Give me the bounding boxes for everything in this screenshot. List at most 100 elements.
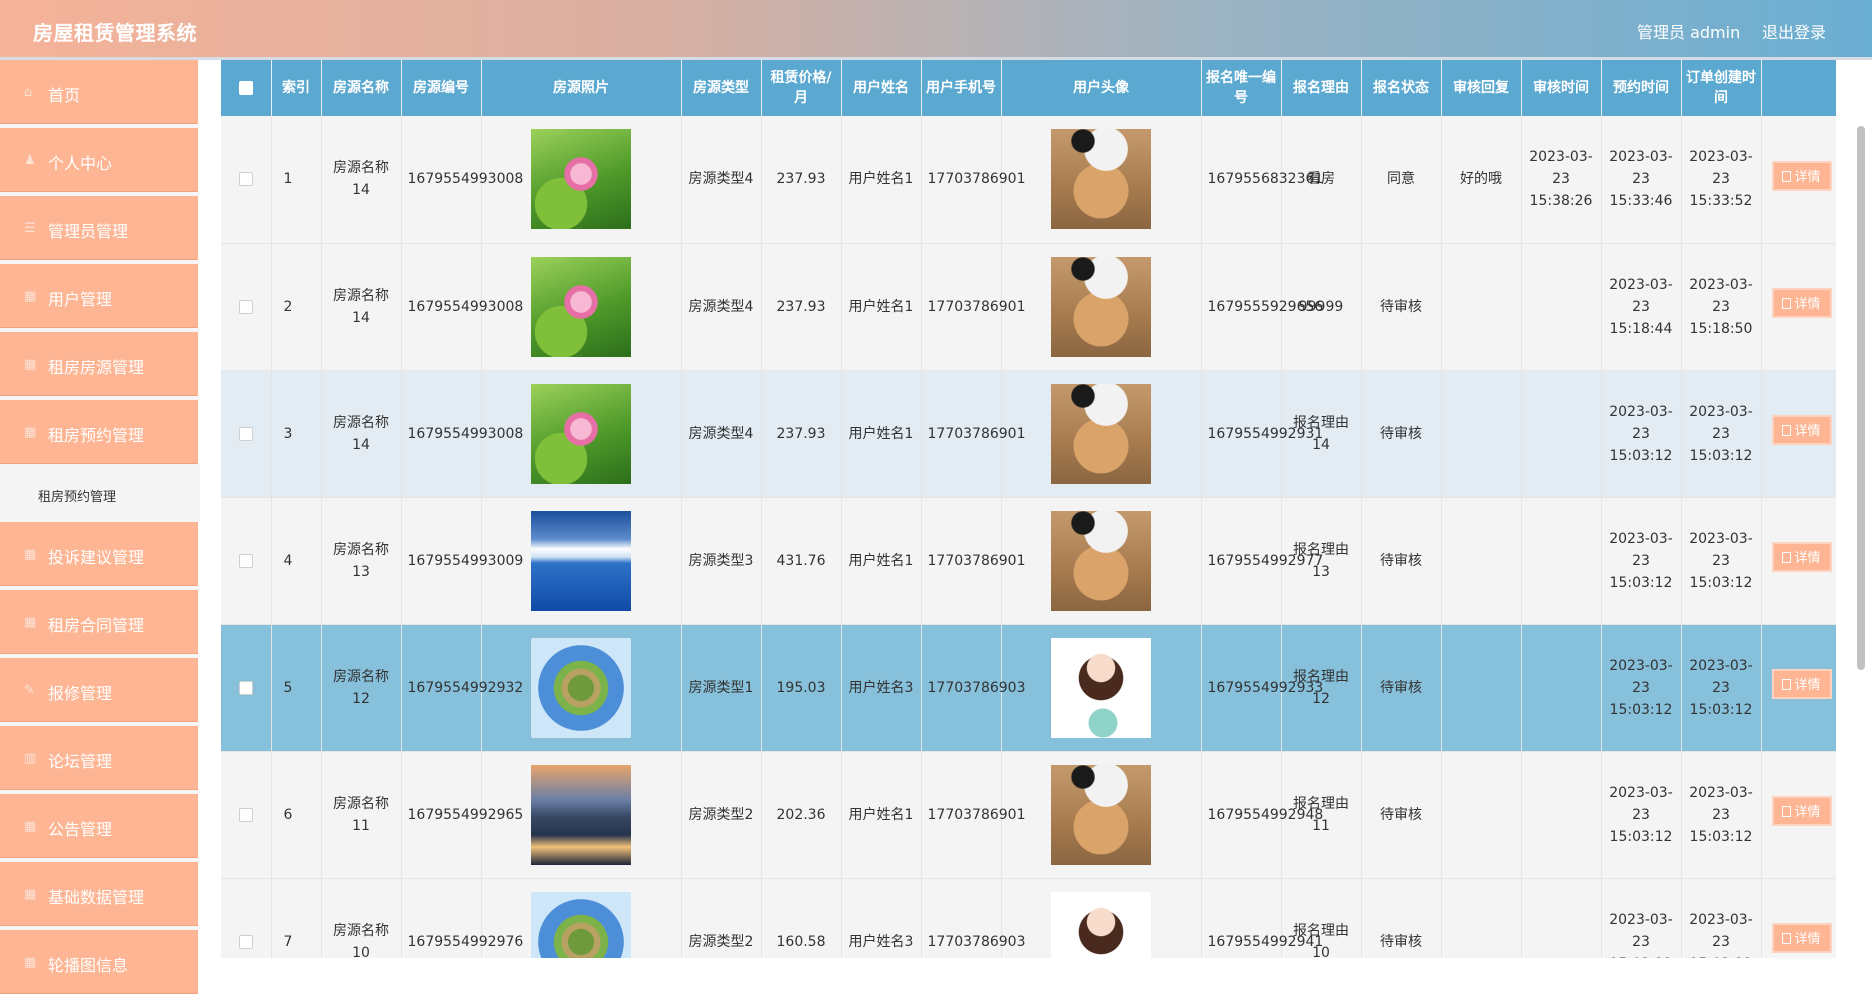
row-select-cell	[221, 751, 272, 879]
detail-button[interactable]: 详情	[1771, 160, 1832, 191]
row-checkbox[interactable]	[238, 172, 253, 187]
cell-user-avatar	[1001, 751, 1202, 879]
sidebar-item-forum[interactable]: ▥ 论坛管理	[0, 726, 200, 790]
user-avatar-image[interactable]	[1051, 637, 1151, 738]
sidebar-item-profile[interactable]: ♟ 个人中心	[0, 128, 200, 192]
col-header-reason[interactable]: 报名理由	[1281, 60, 1362, 116]
select-all-checkbox[interactable]	[238, 81, 253, 95]
sidebar-item-users[interactable]: ▦ 用户管理	[0, 264, 200, 328]
row-select-cell	[221, 243, 272, 371]
sidebar-item-contracts[interactable]: ▦ 租房合同管理	[0, 590, 200, 654]
col-header-house-code[interactable]: 房源编号	[401, 60, 482, 116]
cell-user-phone: 17703786903	[921, 624, 1025, 752]
sidebar-item-basedata[interactable]: ▦ 基础数据管理	[0, 862, 200, 926]
table-row[interactable]: 2 房源名称14 1679554993008 房源类型4 237.93 用户姓名1 1770…	[221, 243, 1836, 371]
sidebar-item-home[interactable]: ⌂ 首页	[0, 60, 200, 124]
row-checkbox[interactable]	[238, 553, 253, 568]
sidebar-item-complaints[interactable]: ▦ 投诉建议管理	[0, 522, 200, 586]
vertical-scrollbar[interactable]	[1857, 126, 1865, 670]
cell-appoint-time: 2023-03-23 15:33:46	[1601, 116, 1682, 244]
col-header-status[interactable]: 报名状态	[1361, 60, 1442, 116]
cell-user-avatar	[1001, 370, 1202, 498]
logout-link[interactable]: 退出登录	[1762, 19, 1826, 43]
sidebar-item-label: 报修管理	[48, 684, 113, 703]
col-header-sign-code[interactable]: 报名唯一编号	[1201, 60, 1282, 116]
col-header-index[interactable]: 索引	[271, 60, 322, 116]
sidebar-item-label: 轮播图信息	[48, 956, 129, 975]
table-header-row: 索引 房源名称 房源编号 房源照片 房源类型 租赁价格/月 用户姓名 用户手机号…	[221, 60, 1836, 116]
sidebar-item-appointments[interactable]: ▦ 租房预约管理	[0, 400, 200, 464]
row-checkbox[interactable]	[238, 680, 253, 695]
user-avatar-image[interactable]	[1051, 256, 1151, 357]
cell-sign-code: 1679556832361	[1201, 116, 1323, 244]
detail-button[interactable]: 详情	[1771, 542, 1832, 572]
submenu-item-appointments[interactable]: 租房预约管理	[0, 468, 200, 518]
sidebar-item-admins[interactable]: ☰ 管理员管理	[0, 196, 200, 260]
col-header-appoint-time[interactable]: 预约时间	[1601, 60, 1682, 116]
col-header-house-name[interactable]: 房源名称	[321, 60, 402, 116]
detail-button[interactable]: 详情	[1771, 669, 1832, 699]
col-header-audit-time[interactable]: 审核时间	[1521, 60, 1602, 116]
col-header-user-name[interactable]: 用户姓名	[841, 60, 922, 116]
user-avatar-image[interactable]	[1051, 129, 1151, 230]
sidebar-item-houses[interactable]: ▦ 租房房源管理	[0, 332, 200, 396]
cell-reply	[1441, 243, 1522, 371]
chart-icon: ▥	[24, 751, 37, 766]
user-avatar-image[interactable]	[1051, 764, 1151, 865]
col-header-created-time[interactable]: 订单创建时间	[1681, 60, 1762, 116]
house-photo-image[interactable]	[531, 891, 631, 958]
cell-audit-time	[1521, 878, 1602, 958]
detail-button[interactable]: 详情	[1771, 288, 1832, 318]
user-avatar-image[interactable]	[1051, 510, 1151, 611]
document-icon	[1781, 170, 1791, 182]
cell-actions: 详情	[1761, 243, 1836, 371]
table-row[interactable]: 3 房源名称14 1679554993008 房源类型4 237.93 用户姓名1 1770…	[221, 370, 1836, 498]
table-row[interactable]: 6 房源名称11 1679554992965 房源类型2 202.36 用户姓名1 1770…	[221, 751, 1836, 879]
house-photo-image[interactable]	[531, 764, 631, 865]
house-photo-image[interactable]	[531, 510, 631, 611]
cell-appoint-time: 2023-03-23 15:03:12	[1601, 370, 1682, 498]
sidebar-item-carousel[interactable]: ▦ 轮播图信息	[0, 930, 200, 994]
table-row[interactable]: 5 房源名称12 1679554992932 房源类型1 195.03 用户姓名3 1770…	[221, 624, 1836, 752]
cell-user-avatar	[1001, 497, 1202, 625]
cell-reply	[1441, 878, 1522, 958]
house-photo-image[interactable]	[531, 383, 631, 484]
cell-user-name: 用户姓名1	[841, 243, 922, 371]
cell-actions: 详情	[1761, 370, 1836, 498]
cell-appoint-time: 2023-03-23 15:03:12	[1601, 497, 1682, 625]
cell-appoint-time: 2023-03-23 15:18:44	[1601, 243, 1682, 371]
grid-icon: ▦	[24, 615, 37, 630]
col-header-reply[interactable]: 审核回复	[1441, 60, 1522, 116]
cell-sign-code: 1679554992941	[1201, 878, 1323, 958]
detail-button[interactable]: 详情	[1771, 923, 1832, 953]
sidebar-item-label: 论坛管理	[48, 752, 113, 771]
col-header-user-phone[interactable]: 用户手机号	[921, 60, 1002, 116]
cell-house-type: 房源类型2	[681, 751, 762, 879]
col-header-user-avatar[interactable]: 用户头像	[1001, 60, 1202, 116]
house-photo-image[interactable]	[531, 256, 631, 357]
row-checkbox[interactable]	[238, 299, 253, 314]
detail-button[interactable]: 详情	[1771, 796, 1832, 826]
table-row[interactable]: 1 房源名称14 1679554993008 房源类型4 237.93 用户姓名1 1770…	[221, 116, 1836, 244]
user-avatar-image[interactable]	[1051, 383, 1151, 484]
col-header-house-type[interactable]: 房源类型	[681, 60, 762, 116]
cell-house-code: 1679554993008	[401, 116, 523, 244]
sidebar-item-repairs[interactable]: ✎ 报修管理	[0, 658, 200, 722]
table-row[interactable]: 7 房源名称10 1679554992976 房源类型2 160.58 用户姓名3 1770…	[221, 878, 1836, 958]
table-row[interactable]: 4 房源名称13 1679554993009 房源类型3 431.76 用户姓名1 1770…	[221, 497, 1836, 625]
cell-status: 同意	[1361, 116, 1442, 244]
house-photo-image[interactable]	[531, 129, 631, 230]
col-header-price[interactable]: 租赁价格/月	[761, 60, 842, 116]
cell-price: 195.03	[761, 624, 842, 752]
row-checkbox[interactable]	[238, 426, 253, 441]
cell-created-time: 2023-03-23 15:03:12	[1681, 878, 1762, 958]
user-avatar-image[interactable]	[1051, 891, 1151, 958]
col-header-house-photo[interactable]: 房源照片	[481, 60, 682, 116]
row-checkbox[interactable]	[238, 807, 253, 822]
cell-actions: 详情	[1761, 878, 1836, 958]
sidebar-item-notices[interactable]: ▦ 公告管理	[0, 794, 200, 858]
grid-icon: ▦	[24, 955, 37, 970]
house-photo-image[interactable]	[531, 637, 631, 738]
detail-button[interactable]: 详情	[1771, 415, 1832, 445]
row-checkbox[interactable]	[238, 934, 253, 949]
